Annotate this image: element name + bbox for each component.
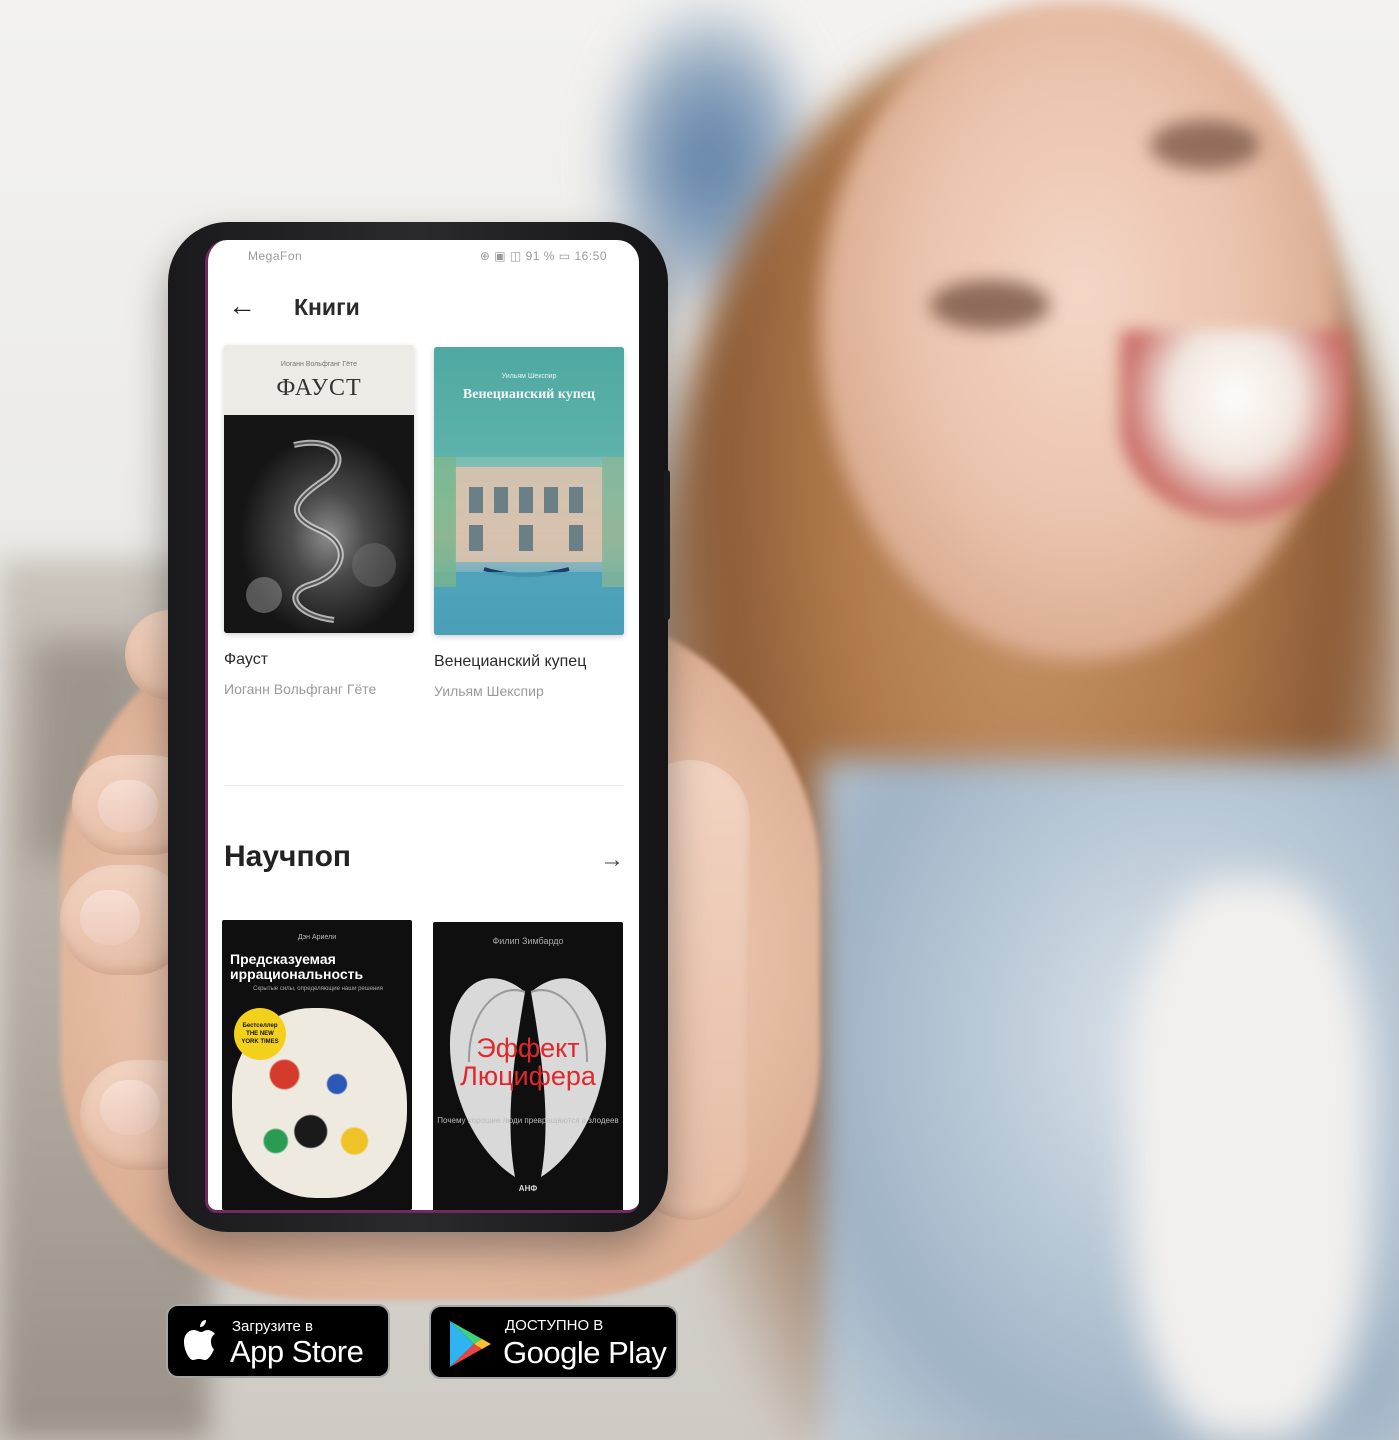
cover-subtitle: Скрытые силы, определяющие наши решения — [253, 986, 383, 992]
status-indicators: ⊕ ▣ ◫ 91 % ▭ 16:50 — [480, 249, 607, 263]
phone-screen: MegaFon ⊕ ▣ ◫ 91 % ▭ 16:50 ← Книги Иоган… — [205, 240, 639, 1213]
book-cover: Иоганн Вольфганг Гёте ФАУСТ — [224, 345, 414, 633]
fingernail — [80, 890, 140, 945]
cover-author: Дэн Ариели — [297, 934, 337, 941]
book-card-lucifer-effect[interactable]: Филип Зимбардо Эффект Люцифера Почему хо… — [433, 922, 623, 1210]
background-eye-right — [1150, 120, 1260, 170]
cover-illustration — [224, 415, 414, 633]
phone-side-button — [664, 470, 670, 620]
google-play-button[interactable]: ДОСТУПНО В Google Play — [429, 1305, 678, 1379]
arrow-left-icon[interactable]: ← — [228, 286, 256, 326]
book-card-merchant[interactable]: Уильям Шекспир Венецианский купец Венеци… — [434, 347, 624, 717]
app-header: ← Книги — [208, 280, 639, 340]
publisher-logo: АНФ — [518, 1184, 538, 1193]
book-title: Венецианский купец — [434, 653, 587, 670]
status-bar: MegaFon ⊕ ▣ ◫ 91 % ▭ 16:50 — [208, 240, 639, 274]
cover-header — [434, 347, 624, 467]
book-card-predictably-irrational[interactable]: Дэн Ариели Предсказуемая иррациональност… — [222, 920, 412, 1210]
cover-title: Эффект Люцифера — [460, 1033, 596, 1091]
serpent-illustration — [246, 439, 396, 623]
background-eye-left — [930, 280, 1050, 330]
cover-title: Венецианский купец — [462, 387, 596, 402]
cover-title: Предсказуемая иррациональность — [230, 951, 364, 982]
background-smile — [1120, 330, 1350, 520]
book-cover: Уильям Шекспир Венецианский купец — [434, 347, 624, 635]
app-store-small-label: Загрузите в — [232, 1318, 313, 1335]
section-title: Научпоп — [224, 840, 352, 873]
fingernail — [100, 1080, 160, 1135]
venice-illustration — [434, 457, 624, 635]
status-icons: ⊕ ▣ ◫ 91 % — [479, 249, 555, 263]
page-title: Книги — [294, 294, 360, 320]
app-store-button[interactable]: Загрузите в App Store — [166, 1304, 390, 1378]
carrier-label: MegaFon — [248, 249, 303, 263]
book-title: Фауст — [224, 651, 269, 668]
google-play-label: Google Play — [503, 1335, 667, 1370]
cover-title: ФАУСТ — [276, 375, 362, 401]
cover-author: Иоганн Вольфганг Гёте — [280, 361, 358, 368]
cover-subtitle: Почему хорошие люди превращаются в злоде… — [437, 1116, 619, 1125]
apple-icon — [184, 1320, 215, 1360]
fingernail — [98, 780, 158, 832]
google-play-small-label: ДОСТУПНО В — [505, 1317, 604, 1334]
book-card-faust[interactable]: Иоганн Вольфганг Гёте ФАУСТ Фауст Иоганн… — [224, 345, 414, 715]
clock: 16:50 — [574, 249, 607, 263]
book-author: Уильям Шекспир — [434, 683, 544, 699]
background-shirt — [1130, 880, 1370, 1440]
app-store-label: App Store — [230, 1334, 364, 1369]
cover-author: Уильям Шекспир — [501, 373, 557, 380]
battery-icon: ▭ — [558, 249, 571, 263]
cover-illustration — [434, 457, 624, 635]
cover-author: Филип Зимбардо — [492, 936, 564, 946]
google-play-icon — [450, 1321, 491, 1367]
section-divider — [224, 785, 624, 786]
arrow-right-icon[interactable]: → — [600, 846, 624, 874]
book-author: Иоганн Вольфганг Гёте — [224, 681, 377, 697]
bestseller-badge: Бестселлер THE NEW YORK TIMES — [234, 1008, 286, 1060]
promo-scene: MegaFon ⊕ ▣ ◫ 91 % ▭ 16:50 ← Книги Иоган… — [0, 0, 1399, 1440]
